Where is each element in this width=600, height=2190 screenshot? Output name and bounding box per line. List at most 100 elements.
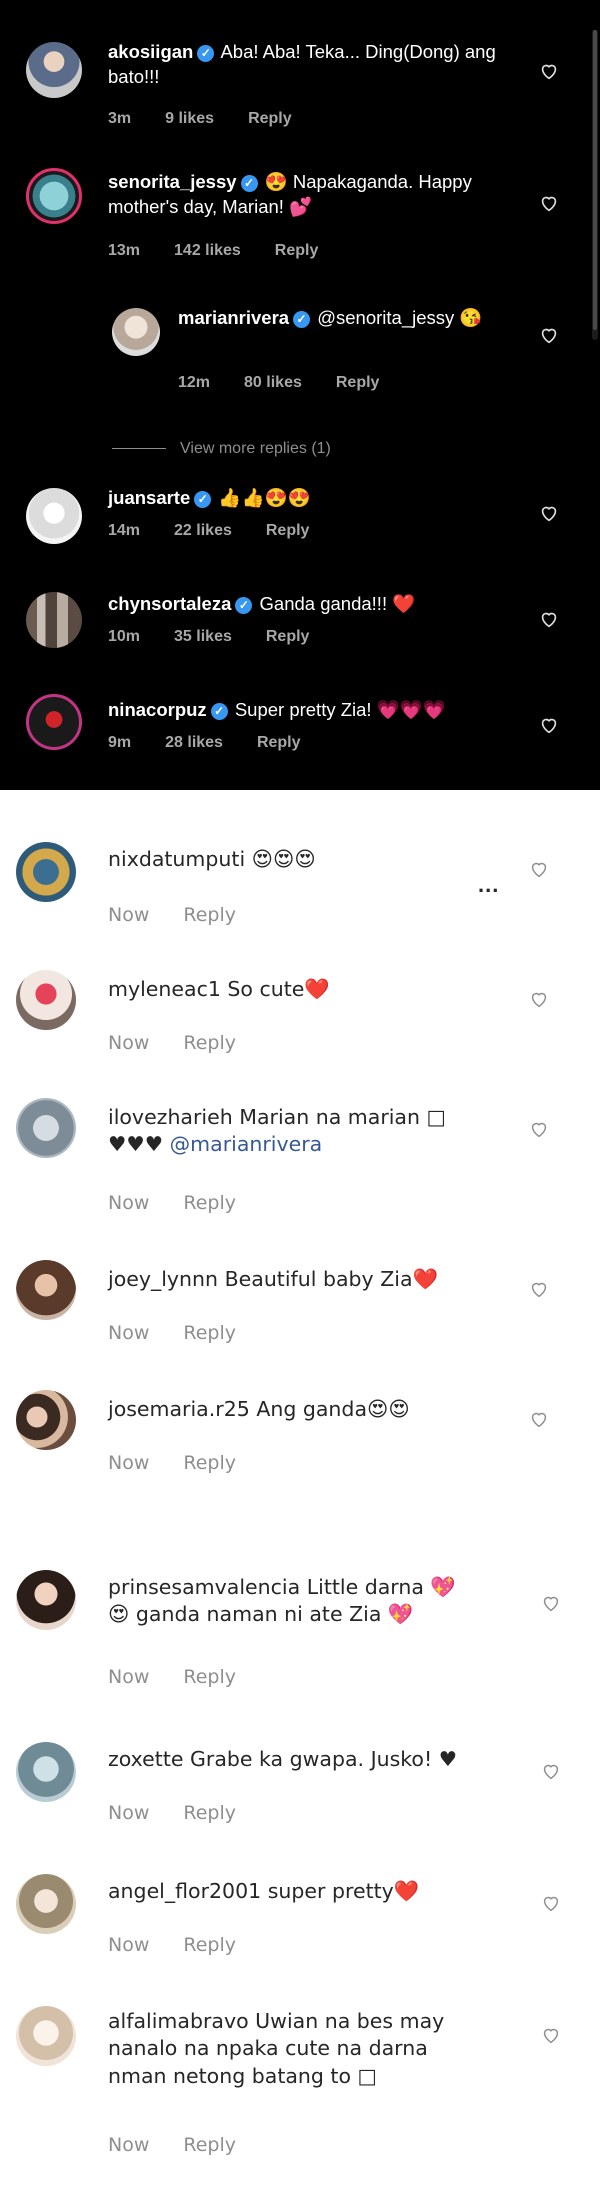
like-heart-icon[interactable] [538,502,560,524]
comment-body: Super pretty Zia! 💗💗💗 [234,699,446,720]
like-heart-icon[interactable] [540,1592,562,1614]
reply-button[interactable]: Reply [336,374,380,391]
reply-button[interactable]: Reply [183,1452,236,1474]
username[interactable]: myleneac1 [108,977,221,1001]
username[interactable]: chynsortaleza [108,593,231,614]
avatar[interactable] [26,488,82,544]
like-heart-icon[interactable] [528,1118,550,1140]
comment-meta: 14m 22 likes Reply [108,522,343,540]
username[interactable]: joey_lynnn [108,1267,218,1291]
mention-link[interactable]: @marianrivera [170,1132,323,1156]
scrollbar-thumb[interactable] [593,30,597,330]
username[interactable]: juansarte [108,487,190,508]
reply-button[interactable]: Reply [266,628,310,645]
likes-count[interactable]: 28 likes [165,734,223,751]
reply-button[interactable]: Reply [266,522,310,539]
comment-body: 😍😍😍 [251,847,316,871]
likes-count[interactable]: 35 likes [174,628,232,645]
comment-body-line2: nanalo na npaka cute na darna [108,2036,428,2061]
like-heart-icon[interactable] [538,714,560,736]
timestamp: Now [108,1666,150,1688]
avatar[interactable] [16,1874,76,1934]
like-heart-icon[interactable] [540,1892,562,1914]
like-heart-icon[interactable] [538,192,560,214]
avatar[interactable] [26,694,82,750]
avatar[interactable] [16,842,76,902]
reply-button[interactable]: Reply [183,1192,236,1214]
like-heart-icon[interactable] [528,1408,550,1430]
username[interactable]: senorita_jessy [108,171,237,192]
avatar[interactable] [26,168,82,224]
likes-count[interactable]: 22 likes [174,522,232,539]
timestamp: Now [108,1322,150,1344]
avatar[interactable] [112,308,160,356]
timestamp: Now [108,2134,150,2156]
verified-badge-icon: ✓ [293,311,311,328]
avatar[interactable] [26,42,82,98]
comment-meta: Now Reply [108,1802,270,1824]
comment-text: joey_lynnn Beautiful baby Zia❤️ [108,1266,508,1293]
like-heart-icon[interactable] [538,60,560,82]
comment-body-line2: 😍 ganda naman ni ate Zia 💖 [108,1602,414,1627]
username[interactable]: prinsesamvalencia [108,1575,300,1599]
reply-button[interactable]: Reply [257,734,301,751]
avatar[interactable] [16,1260,76,1320]
comment-text: nixdatumputi 😍😍😍 [108,846,468,873]
comment-text: alfalimabravo Uwian na bes may nanalo na… [108,2008,528,2090]
more-options-button[interactable]: ... [478,872,499,898]
reply-button[interactable]: Reply [183,1802,236,1824]
reply-button[interactable]: Reply [183,1322,236,1344]
username[interactable]: ilovezharieh [108,1105,233,1129]
like-heart-icon[interactable] [540,2024,562,2046]
like-heart-icon[interactable] [538,324,560,346]
avatar[interactable] [16,1390,76,1450]
comment-text: senorita_jessy ✓ 😍 Napakaganda. Happy mot… [108,170,528,219]
divider [0,790,600,812]
comment-meta: 10m 35 likes Reply [108,628,343,646]
username[interactable]: nixdatumputi [108,847,245,871]
like-heart-icon[interactable] [538,608,560,630]
comment-text: ilovezharieh Marian na marian □ ♥♥♥ @mar… [108,1104,508,1159]
username[interactable]: alfalimabravo [108,2009,249,2033]
like-heart-icon[interactable] [528,858,550,880]
avatar[interactable] [16,1570,76,1630]
view-more-replies-button[interactable]: View more replies (1) [112,440,331,458]
likes-count[interactable]: 9 likes [165,110,214,127]
comment-body: So cute❤️ [227,977,330,1001]
username[interactable]: akosiigan [108,41,193,62]
avatar[interactable] [16,1098,76,1158]
like-heart-icon[interactable] [528,988,550,1010]
reply-button[interactable]: Reply [183,1666,236,1688]
likes-count[interactable]: 142 likes [174,242,241,259]
username[interactable]: ninacorpuz [108,699,207,720]
comment-body: Uwian na bes may [255,2009,445,2033]
username[interactable]: josemaria.r25 [108,1397,250,1421]
like-heart-icon[interactable] [528,1278,550,1300]
avatar[interactable] [16,1742,76,1802]
reply-button[interactable]: Reply [248,110,292,127]
avatar[interactable] [16,2006,76,2066]
username[interactable]: angel_flor2001 [108,1879,261,1903]
username[interactable]: zoxette [108,1747,183,1771]
comment-body: Ang ganda😍😍 [256,1397,410,1421]
reply-button[interactable]: Reply [183,1032,236,1054]
comment-meta: Now Reply [108,2134,270,2156]
comment-text: prinsesamvalencia Little darna 💖 😍 ganda… [108,1574,518,1629]
comment-meta: 12m 80 likes Reply [178,374,413,392]
comment-body-line3: nman netong batang to □ [108,2063,377,2088]
username[interactable]: marianrivera [178,307,289,328]
likes-count[interactable]: 80 likes [244,374,302,391]
reply-button[interactable]: Reply [183,904,236,926]
avatar[interactable] [26,592,82,648]
reply-button[interactable]: Reply [183,2134,236,2156]
reply-button[interactable]: Reply [275,242,319,259]
timestamp: 12m [178,374,211,391]
verified-badge-icon: ✓ [197,45,215,62]
comment-body: Grabe ka gwapa. Jusko! ♥ [190,1747,458,1771]
timestamp: 13m [108,242,141,259]
verified-badge-icon: ✓ [210,703,228,720]
avatar[interactable] [16,970,76,1030]
comment-body-line2: ♥♥♥ [108,1132,164,1157]
like-heart-icon[interactable] [540,1760,562,1782]
reply-button[interactable]: Reply [183,1934,236,1956]
